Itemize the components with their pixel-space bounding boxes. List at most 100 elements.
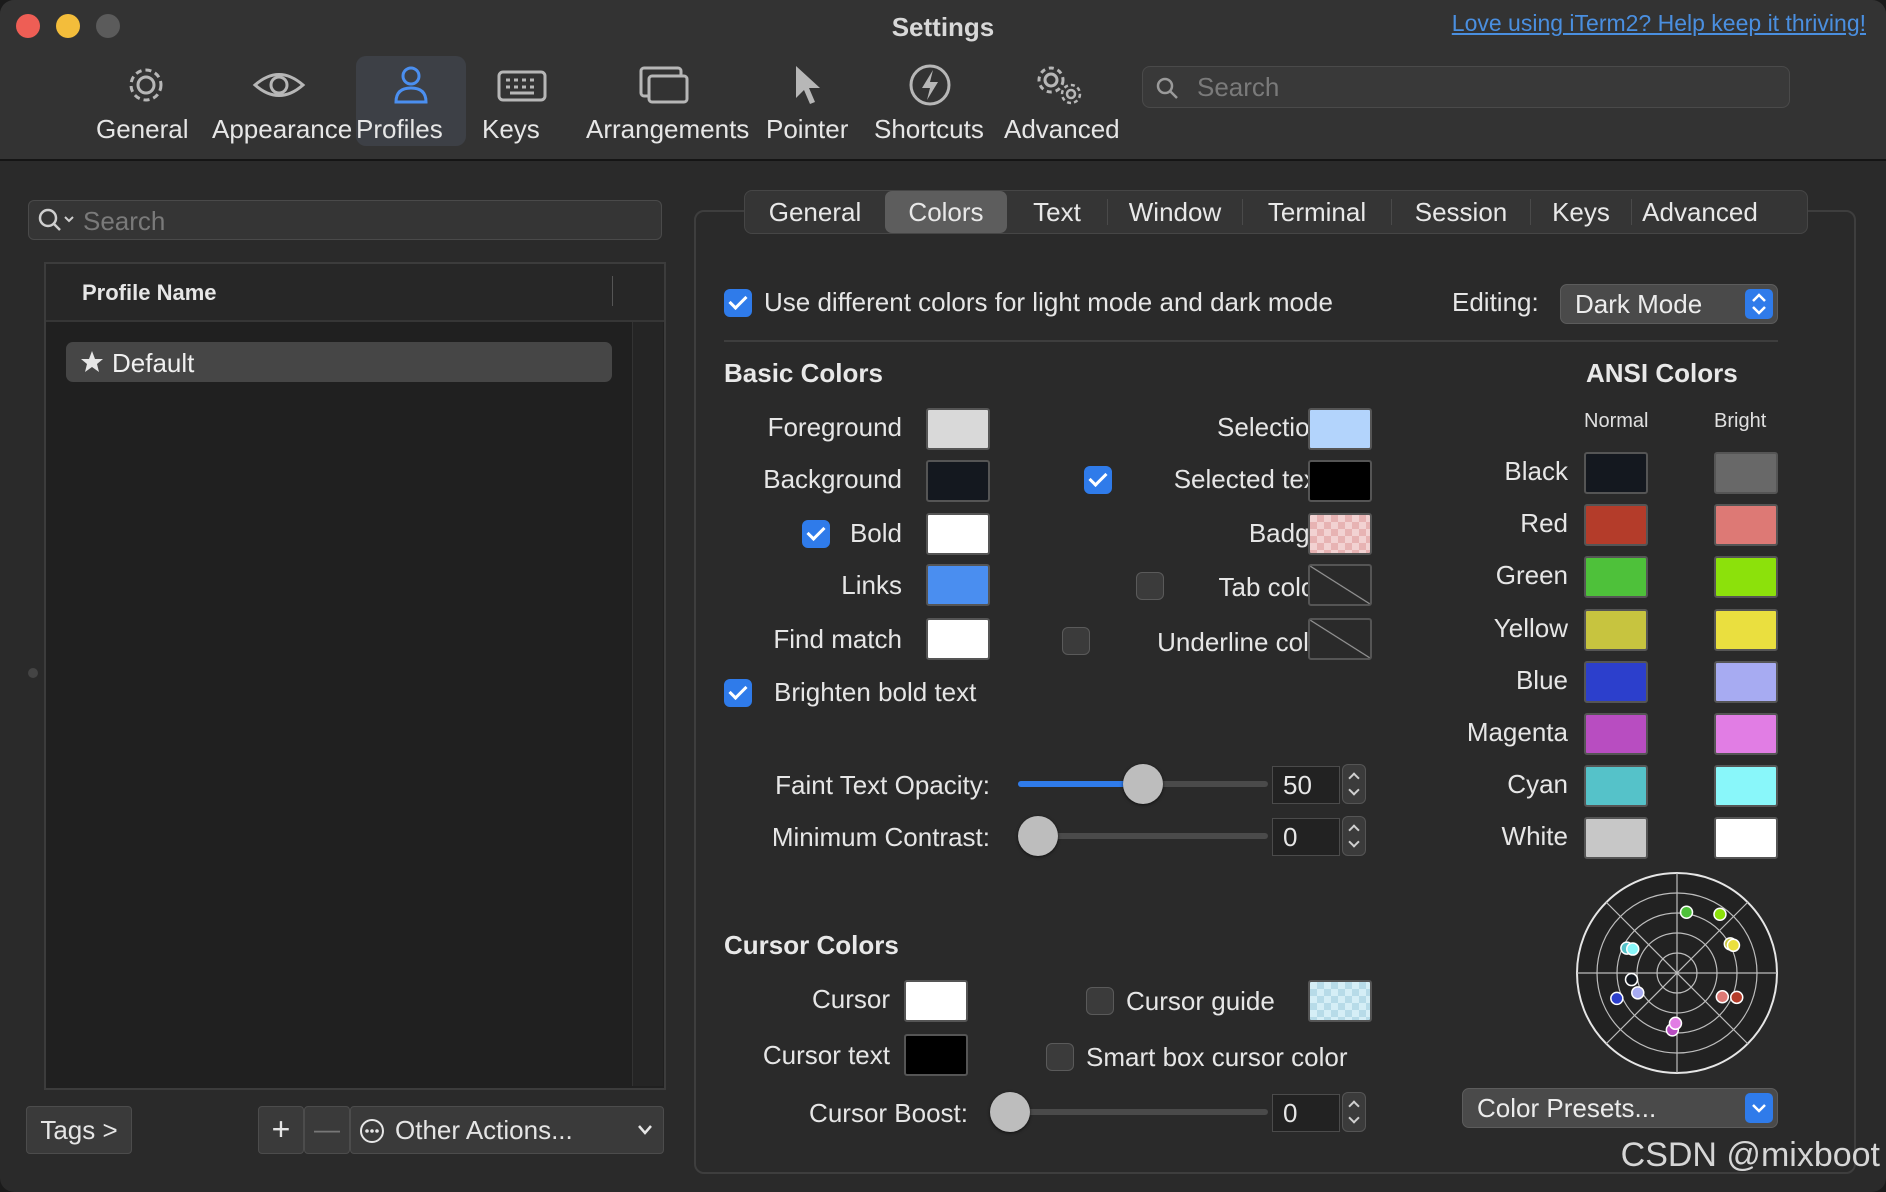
toolbar-pointer[interactable]: Pointer bbox=[766, 56, 852, 146]
cursor-guide-checkbox[interactable] bbox=[1086, 987, 1114, 1015]
background-swatch[interactable] bbox=[926, 460, 990, 502]
selected-text-checkbox[interactable] bbox=[1084, 466, 1112, 494]
tab-color-checkbox[interactable] bbox=[1136, 572, 1164, 600]
toolbar-general[interactable]: General bbox=[96, 56, 196, 146]
ellipsis-circle-icon bbox=[360, 1119, 384, 1143]
chevron-down-icon bbox=[638, 1125, 652, 1135]
profile-name: Default bbox=[112, 348, 195, 378]
tab-color-swatch[interactable] bbox=[1308, 564, 1372, 606]
color-presets-select[interactable]: Color Presets... bbox=[1462, 1088, 1778, 1128]
ansi-black-normal-swatch[interactable] bbox=[1584, 452, 1648, 494]
ansi-blue-normal-swatch[interactable] bbox=[1584, 661, 1648, 703]
editing-mode-select[interactable]: Dark Mode bbox=[1560, 284, 1778, 324]
tab-terminal[interactable]: Terminal bbox=[1243, 191, 1391, 233]
remove-profile-button[interactable]: — bbox=[304, 1106, 350, 1154]
ansi-yellow-normal-swatch[interactable] bbox=[1584, 609, 1648, 651]
underline-color-checkbox[interactable] bbox=[1062, 627, 1090, 655]
min-contrast-knob[interactable] bbox=[1018, 816, 1058, 856]
min-contrast-stepper[interactable] bbox=[1342, 816, 1366, 856]
profile-search[interactable] bbox=[28, 200, 662, 240]
cursor-swatch[interactable] bbox=[904, 980, 968, 1022]
toolbar-advanced[interactable]: Advanced bbox=[1004, 56, 1120, 146]
ansi-magenta-bright-swatch[interactable] bbox=[1714, 713, 1778, 755]
selected-text-swatch[interactable] bbox=[1308, 460, 1372, 502]
cursor-boost-stepper[interactable] bbox=[1342, 1092, 1366, 1132]
wheel-dot-black-normal[interactable] bbox=[1624, 972, 1639, 987]
tab-advanced[interactable]: Advanced bbox=[1632, 191, 1768, 233]
settings-search[interactable] bbox=[1142, 66, 1790, 108]
profile-row-default[interactable]: Default bbox=[66, 342, 612, 382]
toolbar-appearance[interactable]: Appearance bbox=[212, 56, 352, 146]
wheel-dot-yellow-bright[interactable] bbox=[1726, 938, 1741, 953]
underline-color-swatch[interactable] bbox=[1308, 618, 1372, 660]
faint-opacity-value[interactable]: 50 bbox=[1272, 766, 1340, 804]
tab-window[interactable]: Window bbox=[1108, 191, 1242, 233]
ansi-white-bright-swatch[interactable] bbox=[1714, 817, 1778, 859]
tab-colors[interactable]: Colors bbox=[885, 191, 1007, 233]
min-contrast-label: Minimum Contrast: bbox=[771, 822, 990, 852]
ansi-green-normal-swatch[interactable] bbox=[1584, 556, 1648, 598]
faint-opacity-knob[interactable] bbox=[1123, 764, 1163, 804]
cursor-boost-value[interactable]: 0 bbox=[1272, 1094, 1340, 1132]
ansi-label-magenta: Magenta bbox=[1466, 717, 1568, 747]
links-swatch[interactable] bbox=[926, 564, 990, 606]
wheel-dot-red-normal[interactable] bbox=[1729, 990, 1744, 1005]
find-match-swatch[interactable] bbox=[926, 618, 990, 660]
smart-box-checkbox[interactable] bbox=[1046, 1043, 1074, 1071]
faint-opacity-stepper[interactable] bbox=[1342, 764, 1366, 804]
cursor-guide-swatch[interactable] bbox=[1308, 980, 1372, 1022]
tab-general[interactable]: General bbox=[745, 191, 885, 233]
wheel-dot-blue-bright[interactable] bbox=[1631, 986, 1645, 1000]
other-actions-label: Other Actions... bbox=[395, 1115, 573, 1145]
ansi-cyan-normal-swatch[interactable] bbox=[1584, 765, 1648, 807]
toolbar-profiles[interactable]: Profiles bbox=[356, 56, 466, 146]
cursor-boost-knob[interactable] bbox=[990, 1092, 1030, 1132]
profiles-table-header[interactable]: Profile Name bbox=[46, 264, 664, 322]
help-link[interactable]: Love using iTerm2? Help keep it thriving… bbox=[1452, 10, 1866, 37]
cursor-label: Cursor bbox=[811, 984, 890, 1014]
cursor-boost-track[interactable] bbox=[996, 1109, 1268, 1115]
ansi-blue-bright-swatch[interactable] bbox=[1714, 661, 1778, 703]
ansi-red-normal-swatch[interactable] bbox=[1584, 504, 1648, 546]
tags-button[interactable]: Tags > bbox=[26, 1106, 132, 1154]
settings-search-input[interactable] bbox=[1195, 69, 1779, 105]
add-profile-button[interactable]: + bbox=[258, 1106, 304, 1154]
wheel-dot-green-normal[interactable] bbox=[1679, 905, 1694, 920]
ansi-green-bright-swatch[interactable] bbox=[1714, 556, 1778, 598]
ansi-red-bright-swatch[interactable] bbox=[1714, 504, 1778, 546]
split-handle[interactable] bbox=[28, 668, 38, 678]
selection-swatch[interactable] bbox=[1308, 408, 1372, 450]
ansi-yellow-bright-swatch[interactable] bbox=[1714, 609, 1778, 651]
other-actions-button[interactable]: Other Actions... bbox=[350, 1106, 664, 1154]
min-contrast-value[interactable]: 0 bbox=[1272, 818, 1340, 856]
selected-text-label: Selected text bbox=[1173, 464, 1324, 494]
toolbar-keys[interactable]: Keys bbox=[482, 56, 562, 146]
toolbar-shortcuts[interactable]: Shortcuts bbox=[874, 56, 986, 146]
wheel-dot-blue-normal[interactable] bbox=[1610, 991, 1624, 1006]
tab-session[interactable]: Session bbox=[1392, 191, 1530, 233]
ansi-bright-header: Bright bbox=[1714, 410, 1767, 432]
ansi-cyan-bright-swatch[interactable] bbox=[1714, 765, 1778, 807]
bold-checkbox[interactable] bbox=[802, 520, 830, 548]
wheel-dot-green-bright[interactable] bbox=[1713, 907, 1727, 921]
tab-text[interactable]: Text bbox=[1007, 191, 1107, 233]
cursor-text-swatch[interactable] bbox=[904, 1034, 968, 1076]
wheel-dot-magenta-bright[interactable] bbox=[1668, 1016, 1683, 1031]
toolbar-arrangements[interactable]: Arrangements bbox=[586, 56, 749, 146]
ansi-white-normal-swatch[interactable] bbox=[1584, 817, 1648, 859]
tab-keys[interactable]: Keys bbox=[1531, 191, 1631, 233]
brighten-bold-label: Brighten bold text bbox=[774, 677, 977, 707]
wheel-dot-cyan-bright[interactable] bbox=[1625, 942, 1640, 956]
profile-search-input[interactable] bbox=[81, 203, 645, 239]
color-wheel bbox=[1576, 872, 1778, 1074]
scrollbar[interactable] bbox=[632, 322, 663, 1086]
different-modes-checkbox[interactable] bbox=[724, 289, 752, 317]
brighten-bold-checkbox[interactable] bbox=[724, 679, 752, 707]
ansi-black-bright-swatch[interactable] bbox=[1714, 452, 1778, 494]
foreground-swatch[interactable] bbox=[926, 408, 990, 450]
bold-swatch[interactable] bbox=[926, 513, 990, 555]
wheel-dot-red-bright[interactable] bbox=[1715, 990, 1730, 1004]
ansi-colors-title: ANSI Colors bbox=[1586, 358, 1738, 388]
ansi-magenta-normal-swatch[interactable] bbox=[1584, 713, 1648, 755]
badge-swatch[interactable] bbox=[1308, 513, 1372, 555]
